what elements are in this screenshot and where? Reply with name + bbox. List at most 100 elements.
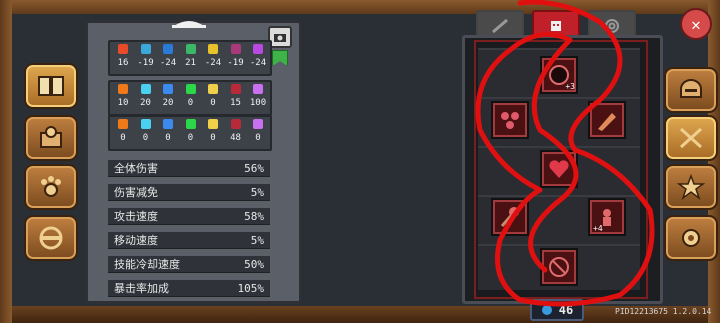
talent-button[interactable]: [664, 164, 718, 210]
skill-node-heart[interactable]: [540, 150, 578, 188]
cells-icon: [501, 112, 519, 129]
resource-stat: 20: [157, 84, 179, 109]
resource-value: 0: [210, 133, 216, 143]
resource-stat: 100: [247, 84, 269, 109]
stat-label: 移动速度: [114, 234, 158, 247]
resource-value: 48: [230, 133, 241, 143]
resource-value: -24: [249, 58, 267, 68]
paw-icon: [41, 176, 61, 197]
resource-value: 0: [255, 133, 261, 143]
drill-icon: [598, 113, 616, 131]
crossed-swords-icon: [679, 127, 703, 149]
character-icon: [551, 21, 561, 31]
dark-icon: [230, 119, 241, 129]
wood-frame-bottom: [0, 306, 720, 323]
steering-wheel-icon: [39, 226, 63, 250]
resource-value: -19: [137, 58, 154, 68]
codex-button[interactable]: [24, 63, 78, 109]
resource-stat: -24: [202, 44, 224, 69]
resource-value: 0: [120, 133, 126, 143]
arcane-icon: [253, 119, 263, 129]
stat-row: 暴击率加成 105%: [108, 280, 270, 297]
ice-icon: [140, 119, 151, 129]
gear-icon: [682, 229, 700, 247]
resource-value: 0: [142, 133, 149, 143]
stat-label: 攻击速度: [114, 210, 158, 223]
resource-value: 100: [249, 98, 267, 108]
helmet-button[interactable]: [664, 67, 718, 113]
stat-value: 105%: [237, 281, 265, 295]
resource-stat: 0: [157, 119, 179, 144]
resource-stat: 0: [247, 119, 269, 144]
resource-stat: 0: [112, 119, 134, 144]
light-icon: [208, 84, 218, 94]
spiral-icon: [605, 19, 619, 33]
element-damage-block: 10 20 20 0 0 15 100: [108, 80, 272, 116]
sword-icon: [492, 18, 508, 34]
stat-label: 技能冷却速度: [114, 258, 180, 271]
resource-value: -19: [227, 58, 244, 68]
resource-value: 21: [185, 58, 196, 68]
light-icon: [208, 44, 218, 54]
ice-icon: [140, 84, 151, 94]
skill-node-axe[interactable]: [491, 198, 529, 236]
resource-stat: 48: [225, 119, 247, 144]
panel-handle: [172, 21, 206, 28]
heart-icon: [549, 160, 569, 178]
settings-button[interactable]: [664, 215, 718, 261]
close-icon: ✕: [691, 14, 701, 34]
pets-button[interactable]: [24, 164, 78, 210]
resource-value: 0: [210, 98, 216, 108]
wood-frame-right: [708, 0, 720, 323]
resource-stat: 0: [202, 84, 224, 109]
gem-counter: 46: [530, 299, 584, 321]
fire-icon: [118, 44, 128, 54]
inventory-button[interactable]: [24, 115, 78, 161]
resource-value: 0: [165, 133, 171, 143]
resource-value: -24: [204, 58, 222, 68]
resource-stat: 16: [112, 44, 134, 69]
lightning-icon: [163, 119, 173, 129]
arcane-icon: [253, 84, 263, 94]
skill-node-blood-cells[interactable]: [491, 101, 529, 139]
dark-icon: [230, 44, 241, 54]
axe-icon: [500, 207, 519, 227]
version-label: PID12213675 1.2.0.14: [615, 307, 712, 316]
poison-icon: [185, 84, 196, 94]
resource-stat: 10: [112, 84, 134, 109]
resource-stat: 0: [180, 119, 202, 144]
gem-icon: [541, 305, 552, 315]
poison-icon: [185, 119, 196, 129]
poison-icon: [185, 44, 196, 54]
stat-row: 攻击速度 58%: [108, 208, 270, 225]
resource-stat: -19: [135, 44, 157, 69]
resource-value: -24: [159, 58, 177, 68]
stat-value: 56%: [244, 161, 264, 175]
resource-value: 20: [140, 98, 151, 108]
gem-count: 46: [558, 303, 574, 317]
resource-stat: -24: [247, 44, 269, 69]
stat-value: 58%: [244, 209, 264, 223]
vehicle-button[interactable]: [24, 215, 78, 261]
skills-button[interactable]: [664, 115, 718, 161]
close-button[interactable]: ✕: [680, 8, 712, 40]
stat-label: 暴击率加成: [114, 282, 169, 295]
camera-icon: [274, 33, 286, 42]
element-chance-block: 0 0 0 0 0 48 0: [108, 115, 272, 151]
skill-level-badge: +4: [593, 224, 603, 233]
skill-node-dark-orb[interactable]: +3: [540, 56, 578, 94]
skill-node-shadow-figure[interactable]: +4: [588, 198, 626, 236]
skill-node-drill[interactable]: [588, 101, 626, 139]
stat-row: 移动速度 5%: [108, 232, 270, 249]
stat-row: 伤害减免 5%: [108, 184, 270, 201]
stat-row: 全体伤害 56%: [108, 160, 270, 177]
resource-stat: -24: [157, 44, 179, 69]
resource-stat: 0: [202, 119, 224, 144]
resource-value: 0: [187, 98, 194, 108]
arcane-icon: [253, 44, 263, 54]
rune-icon: [549, 257, 569, 277]
resource-stat: 15: [225, 84, 247, 109]
stat-label: 全体伤害: [114, 162, 158, 175]
skill-node-rune[interactable]: [540, 248, 578, 286]
resource-stat: 0: [180, 84, 202, 109]
